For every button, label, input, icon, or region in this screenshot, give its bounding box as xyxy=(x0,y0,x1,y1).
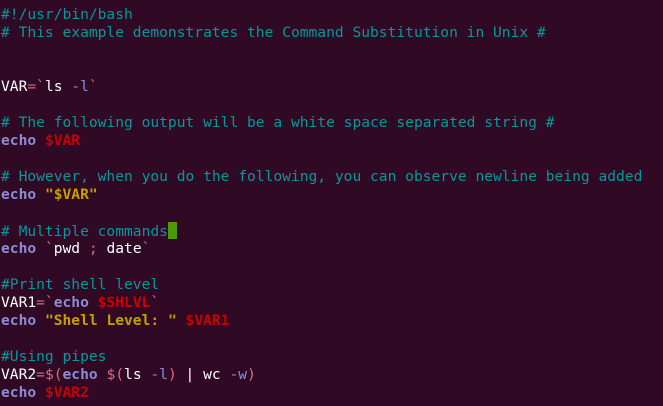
code-token-op: =` xyxy=(36,294,54,311)
code-line[interactable] xyxy=(1,258,642,276)
code-line[interactable]: #Using pipes xyxy=(1,348,642,366)
code-token-comment: # However, when you do the following, yo… xyxy=(1,168,643,185)
code-line[interactable] xyxy=(1,150,642,168)
code-token-str: "Shell Level: " xyxy=(44,312,186,329)
code-line[interactable] xyxy=(1,96,642,114)
code-token-plain: ls xyxy=(44,78,72,95)
code-token-keyword: echo xyxy=(1,132,45,149)
code-token-plain: date xyxy=(106,240,142,257)
code-token-keyword: echo xyxy=(1,312,45,329)
code-token-keyword: echo xyxy=(1,240,45,257)
code-token-comment: # The following output will be a white s… xyxy=(1,114,555,131)
code-token-comment: #!/usr/bin/bash xyxy=(1,6,133,23)
code-token-dim: -w xyxy=(229,366,248,383)
code-token-plain: VAR1 xyxy=(1,294,37,311)
text-cursor xyxy=(167,222,177,239)
code-token-op: ` xyxy=(44,240,54,257)
code-token-varref: $SHLVL xyxy=(97,294,151,311)
code-line[interactable]: #!/usr/bin/bash xyxy=(1,6,642,24)
code-token-op: ` xyxy=(150,294,160,311)
code-token-dim: -l xyxy=(150,366,168,383)
code-line[interactable]: VAR2=$(echo $(ls -l) | wc -w) xyxy=(1,366,642,384)
code-token-comment: #Print shell level xyxy=(1,276,160,293)
code-token-op: ; xyxy=(88,240,107,257)
code-line[interactable]: echo "$VAR" xyxy=(1,186,642,204)
code-token-plain: | wc xyxy=(185,366,230,383)
code-token-varref: $VAR2 xyxy=(44,384,89,401)
code-token-keyword: echo xyxy=(53,294,98,311)
code-token-comment: # This example demonstrates the Command … xyxy=(1,24,546,41)
code-line[interactable]: VAR=`ls -l` xyxy=(1,78,642,96)
code-token-keyword: echo xyxy=(1,384,45,401)
code-token-comment: # Multiple commands xyxy=(1,223,168,240)
code-token-varref: $VAR xyxy=(44,132,81,149)
code-line[interactable]: #Print shell level xyxy=(1,276,642,294)
code-token-op: ` xyxy=(88,78,98,95)
code-token-comment: #Using pipes xyxy=(1,348,107,365)
code-token-varref: $VAR1 xyxy=(185,312,230,329)
code-line[interactable]: echo "Shell Level: " $VAR1 xyxy=(1,312,642,330)
code-lines[interactable]: #!/usr/bin/bash # This example demonstrat… xyxy=(1,6,642,402)
code-line[interactable] xyxy=(1,42,642,60)
code-token-keyword: echo xyxy=(1,186,45,203)
code-line[interactable]: # The following output will be a white s… xyxy=(1,114,642,132)
code-token-str: "$VAR" xyxy=(44,186,98,203)
code-line[interactable]: echo $VAR xyxy=(1,132,642,150)
code-token-plain: ls xyxy=(124,366,151,383)
code-line[interactable] xyxy=(1,330,642,348)
code-token-op: $( xyxy=(106,366,125,383)
code-token-op: ) xyxy=(167,366,186,383)
terminal-editor[interactable]: #!/usr/bin/bash # This example demonstrat… xyxy=(0,0,663,406)
code-token-plain: pwd xyxy=(53,240,89,257)
code-line[interactable] xyxy=(1,204,642,222)
code-line[interactable]: # This example demonstrates the Command … xyxy=(1,24,642,42)
code-line[interactable] xyxy=(1,60,642,78)
code-token-op: =` xyxy=(27,78,45,95)
code-line[interactable]: echo $VAR2 xyxy=(1,384,642,402)
code-token-keyword: echo xyxy=(62,366,107,383)
code-line[interactable]: # However, when you do the following, yo… xyxy=(1,168,642,186)
code-token-op: ` xyxy=(141,240,151,257)
code-line[interactable]: VAR1=`echo $SHLVL` xyxy=(1,294,642,312)
code-line[interactable]: # Multiple commands xyxy=(1,222,642,240)
code-token-plain: VAR2 xyxy=(1,366,37,383)
code-line[interactable]: echo `pwd ; date` xyxy=(1,240,642,258)
code-token-op: ) xyxy=(247,366,256,383)
code-token-plain: VAR xyxy=(1,78,28,95)
code-token-dim: -l xyxy=(71,78,89,95)
code-token-op: =$( xyxy=(36,366,63,383)
